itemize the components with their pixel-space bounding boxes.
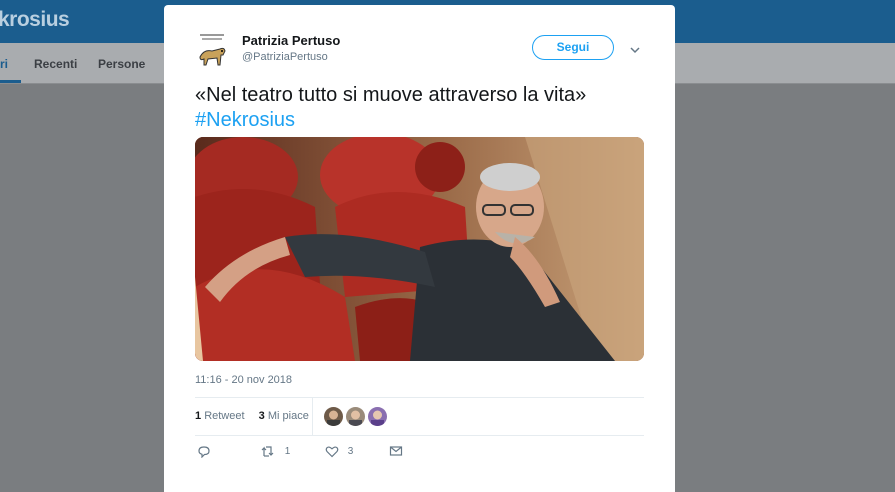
reply-icon — [198, 446, 210, 459]
chevron-down-icon[interactable] — [630, 42, 640, 54]
more-icon[interactable]: ⋮ — [889, 93, 895, 113]
author-handle[interactable]: @PatriziaPertuso — [242, 51, 328, 63]
message-button[interactable] — [389, 445, 403, 461]
retweet-icon — [261, 446, 274, 457]
liker-avatar[interactable] — [368, 407, 387, 426]
tweet-body: «Nel teatro tutto si muove attraverso la… — [195, 84, 587, 106]
engagement-stats: 1 Retweet 3 Mi piace — [195, 410, 309, 422]
tweet-card: Patrizia Pertuso @PatriziaPertuso Segui … — [164, 5, 675, 492]
divider — [195, 397, 644, 398]
divider — [195, 435, 644, 436]
retweet-button[interactable]: 1 — [260, 445, 290, 461]
active-tab-indicator — [0, 80, 21, 83]
liker-avatar[interactable] — [346, 407, 365, 426]
tweet-text: «Nel teatro tutto si muove attraverso la… — [195, 83, 655, 133]
tab-top[interactable]: ri — [0, 57, 8, 71]
tab-recent[interactable]: Recenti — [34, 57, 77, 71]
like-button[interactable]: 3 — [325, 445, 353, 461]
like-action-count: 3 — [347, 446, 354, 457]
author-name[interactable]: Patrizia Pertuso — [242, 33, 340, 48]
retweet-action-count: 1 — [284, 446, 291, 457]
like-label[interactable]: Mi piace — [268, 410, 309, 422]
retweet-label[interactable]: Retweet — [204, 410, 244, 422]
tweet-timestamp[interactable]: 11:16 - 20 nov 2018 — [195, 374, 292, 386]
hashtag-link[interactable]: #Nekrosius — [195, 109, 295, 131]
background-search-title: krosius — [0, 8, 70, 31]
like-count[interactable]: 3 — [259, 410, 265, 422]
reply-button[interactable] — [197, 445, 211, 461]
tweet-photo[interactable] — [195, 137, 644, 361]
stats-divider — [312, 397, 313, 435]
tab-people[interactable]: Persone — [98, 57, 145, 71]
retweet-count[interactable]: 1 — [195, 410, 201, 422]
avatar[interactable] — [194, 31, 230, 71]
follow-button[interactable]: Segui — [532, 35, 614, 60]
liker-avatar[interactable] — [324, 407, 343, 426]
heart-icon — [325, 446, 339, 458]
envelope-icon — [389, 446, 403, 456]
